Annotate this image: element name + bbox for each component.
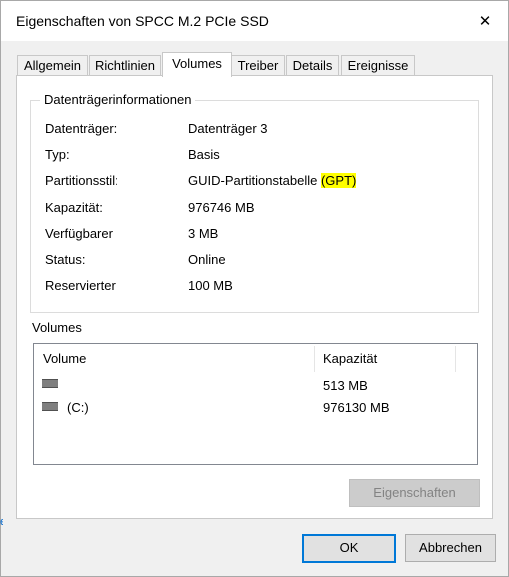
close-icon: ✕ xyxy=(478,13,492,30)
label-partitionsstil: Partitionsstil: xyxy=(45,173,117,188)
volume-capacity: 513 MB xyxy=(323,378,368,393)
volume-capacity: 976130 MB xyxy=(323,400,390,415)
table-row[interactable] xyxy=(42,402,58,411)
label-reserviert: Reservierter Speicher: xyxy=(45,278,117,293)
table-row[interactable] xyxy=(42,379,58,388)
tab-ereignisse[interactable]: Ereignisse xyxy=(341,55,415,76)
column-header-volume[interactable]: Volume xyxy=(43,351,86,366)
column-separator[interactable] xyxy=(455,346,456,372)
window-title: Eigenschaften von SPCC M.2 PCIe SSD xyxy=(16,13,269,29)
tab-treiber[interactable]: Treiber xyxy=(231,55,285,76)
background-window-fragment: e xyxy=(0,516,3,536)
value-datentraeger: Datenträger 3 xyxy=(188,121,268,136)
tab-volumes[interactable]: Volumes xyxy=(162,52,232,77)
close-button[interactable]: ✕ xyxy=(462,1,508,41)
value-partitionsstil: GUID-Partitionstabelle (GPT) xyxy=(188,173,357,188)
label-kapazitaet: Kapazität: xyxy=(45,200,103,215)
drive-icon xyxy=(42,379,58,388)
tab-allgemein[interactable]: Allgemein xyxy=(17,55,88,76)
gpt-highlight: (GPT) xyxy=(320,173,357,188)
value-verfuegbar: 3 MB xyxy=(188,226,219,241)
label-datentraeger: Datenträger: xyxy=(45,121,117,136)
value-typ: Basis xyxy=(188,147,220,162)
volume-name: (C:) xyxy=(67,400,89,415)
column-header-kapazitaet[interactable]: Kapazität xyxy=(323,351,377,366)
ok-button[interactable]: OK xyxy=(302,534,396,563)
partition-style-text: GUID-Partitionstabelle xyxy=(188,173,321,188)
value-reserviert: 100 MB xyxy=(188,278,233,293)
value-kapazitaet: 976746 MB xyxy=(188,200,255,215)
disk-info-group-title: Datenträgerinformationen xyxy=(40,92,196,107)
volumes-section-title: Volumes xyxy=(32,320,82,335)
label-verfuegbar: Verfügbarer Speicher: xyxy=(45,226,117,241)
label-status: Status: xyxy=(45,252,86,267)
value-status: Online xyxy=(188,252,226,267)
column-separator[interactable] xyxy=(314,346,315,372)
volumes-listview[interactable] xyxy=(33,343,478,465)
tab-details[interactable]: Details xyxy=(286,55,339,76)
cancel-button[interactable]: Abbrechen xyxy=(405,534,496,562)
drive-icon xyxy=(42,402,58,411)
properties-button[interactable]: Eigenschaften xyxy=(349,479,480,507)
label-typ: Typ: xyxy=(45,147,70,162)
tab-richtlinien[interactable]: Richtlinien xyxy=(89,55,161,76)
